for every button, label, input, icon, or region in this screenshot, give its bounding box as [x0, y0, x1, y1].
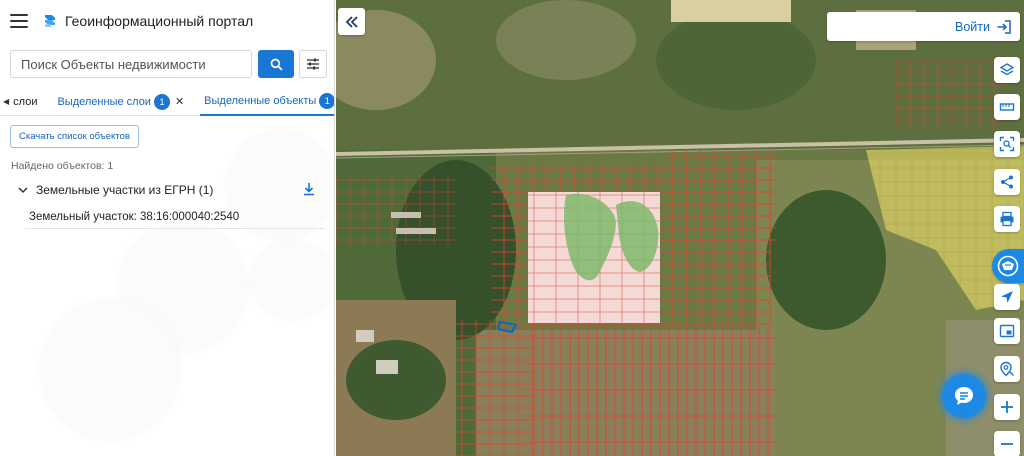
cadastre-button[interactable]: [992, 249, 1024, 283]
list-item-label: Земельный участок: 38:16:000040:2540: [29, 210, 240, 223]
cadastre-icon: [997, 255, 1019, 277]
tab-label: Выделенные слои: [57, 95, 151, 108]
chat-button[interactable]: [942, 374, 986, 418]
search-bar: [10, 50, 327, 78]
chevron-down-icon[interactable]: [18, 185, 28, 195]
filter-button[interactable]: [299, 50, 327, 78]
tab-selected-layers[interactable]: Выделенные слои 1 ✕: [53, 88, 188, 116]
minimap-icon: [999, 324, 1015, 338]
map-view[interactable]: [336, 0, 1024, 456]
search-input[interactable]: [10, 50, 252, 78]
panel-header: Геоинформационный портал: [0, 0, 334, 42]
app-title: Геоинформационный портал: [65, 13, 254, 29]
zoom-out-button[interactable]: [994, 431, 1020, 456]
tab-layers[interactable]: слои: [9, 88, 41, 116]
location-search-icon: [1000, 361, 1014, 377]
background-decoration: [250, 240, 334, 320]
sliders-icon: [307, 58, 319, 70]
tab-bar: ◀ слои Выделенные слои 1 ✕ Выделенные об…: [0, 88, 334, 116]
minimap-button[interactable]: [994, 318, 1020, 344]
layers-button[interactable]: [994, 57, 1020, 83]
zoom-out-icon: [1001, 443, 1013, 445]
select-area-button[interactable]: [994, 131, 1020, 157]
search-icon: [270, 58, 283, 71]
zoom-in-button[interactable]: [994, 394, 1020, 420]
print-button[interactable]: [994, 206, 1020, 232]
found-count: Найдено объектов: 1: [11, 160, 114, 172]
share-button[interactable]: [994, 169, 1020, 195]
ruler-icon: [999, 103, 1015, 111]
location-search-button[interactable]: [994, 356, 1020, 382]
count-badge: 1: [319, 92, 334, 109]
tab-selected-objects[interactable]: Выделенные объекты 1 ✕: [200, 88, 334, 116]
result-group-title: Земельные участки из ЕГРН (1): [36, 183, 214, 197]
login-icon: [997, 19, 1011, 34]
double-chevron-left-icon: [345, 15, 358, 28]
tab-label: Выделенные объекты: [204, 94, 317, 107]
tab-label: слои: [13, 95, 38, 108]
download-icon[interactable]: [302, 181, 316, 197]
print-icon: [1000, 211, 1014, 227]
download-list-button[interactable]: Скачать список объектов: [10, 125, 139, 148]
chat-icon: [955, 387, 973, 405]
zoom-in-icon: [1001, 401, 1013, 413]
search-button[interactable]: [258, 50, 294, 78]
list-item[interactable]: Земельный участок: 38:16:000040:2540: [25, 205, 325, 229]
navigation-button[interactable]: [994, 284, 1020, 310]
login-label: Войти: [955, 19, 990, 34]
navigation-arrow-icon: [1001, 291, 1013, 303]
hamburger-menu-icon[interactable]: [10, 14, 28, 28]
close-icon[interactable]: ✕: [175, 95, 184, 108]
ruler-button[interactable]: [994, 94, 1020, 120]
result-group[interactable]: Земельные участки из ЕГРН (1): [18, 181, 318, 199]
background-decoration: [40, 300, 180, 440]
count-badge: 1: [153, 93, 170, 110]
collapse-panel-button[interactable]: [338, 8, 365, 35]
select-area-icon: [999, 136, 1015, 152]
satellite-map[interactable]: [336, 0, 1024, 456]
side-panel: Геоинформационный портал ◀ слои: [0, 0, 335, 456]
login-button[interactable]: Войти: [827, 12, 1020, 41]
portal-logo-icon: [45, 15, 55, 27]
layers-icon: [999, 63, 1015, 76]
share-icon: [1001, 175, 1013, 189]
